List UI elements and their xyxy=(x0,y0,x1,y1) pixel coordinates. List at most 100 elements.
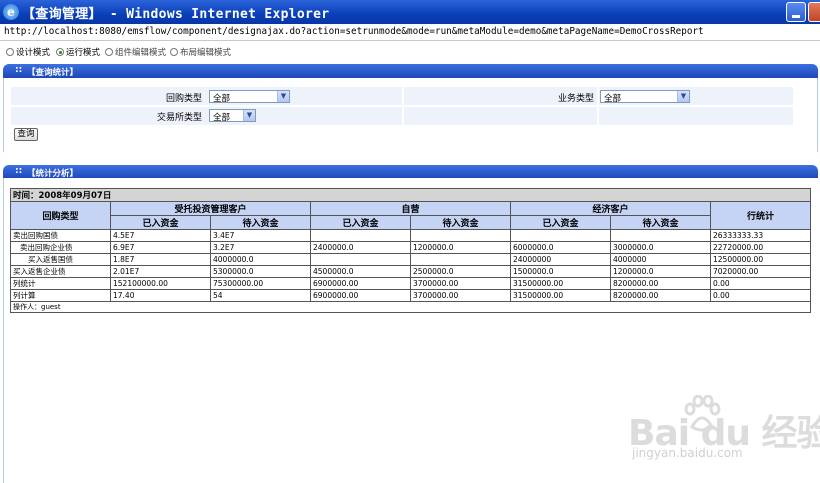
table-cell xyxy=(310,229,411,242)
table-cell: 1500000.0 xyxy=(510,265,611,278)
mode-label: 设计模式 xyxy=(16,48,51,58)
query-cell xyxy=(10,106,403,126)
table-cell xyxy=(410,253,511,266)
exchange-type-label: 交易所类型 xyxy=(156,113,202,123)
sub-header: 已入资金 xyxy=(310,215,411,230)
table-cell: 4500000.0 xyxy=(310,265,411,278)
sub-header: 已入资金 xyxy=(110,215,211,230)
radio-icon[interactable] xyxy=(170,48,178,56)
repo-type-label: 回购类型 xyxy=(165,94,202,104)
table-cell: 4000000.0 xyxy=(210,253,311,266)
table-cell: 8200000.00 xyxy=(610,277,711,290)
exchange-type-select[interactable]: 全部 ▼ xyxy=(209,109,256,123)
table-cell: 1200000.0 xyxy=(610,265,711,278)
business-type-select[interactable]: 全部 ▼ xyxy=(600,90,690,104)
address-bar[interactable]: http://localhost:8080/emsflow/component/… xyxy=(0,24,820,41)
sub-header: 待入资金 xyxy=(210,215,311,230)
table-cell: 6.9E7 xyxy=(110,241,211,254)
drag-handle-icon: :: xyxy=(15,166,23,176)
time-row: 时间：2008年09月07日 xyxy=(9,188,812,202)
row-total-header: 行统计 xyxy=(709,201,812,230)
minimize-button[interactable] xyxy=(786,2,806,22)
table-cell: 17.40 xyxy=(110,289,211,302)
operator-row: 操作人：guest xyxy=(9,301,812,313)
mode-design-option[interactable]: 设计模式 xyxy=(6,46,50,58)
chevron-down-icon[interactable]: ▼ xyxy=(677,91,689,102)
table-row: 买入返售企业债 2.01E7 5300000.0 4500000.0 2500000.0… xyxy=(10,265,812,278)
table-cell: 75300000.00 xyxy=(210,277,311,290)
exchange-type-value: 全部 xyxy=(213,113,231,123)
address-url[interactable]: http://localhost:8080/emsflow/component/… xyxy=(4,26,704,37)
stats-panel-header: :: 【统计分析】 xyxy=(3,165,818,179)
sub-header: 待入资金 xyxy=(410,215,511,230)
close-button[interactable] xyxy=(808,2,820,22)
mode-label: 组件编辑模式 xyxy=(115,48,167,58)
row-label: 卖出回购企业债 xyxy=(10,241,111,254)
table-cell: 0.00 xyxy=(709,277,812,290)
internet-explorer-icon: e xyxy=(3,4,19,20)
table-cell: 2.01E7 xyxy=(110,265,211,278)
mode-layout-edit-option[interactable]: 布局编辑模式 xyxy=(170,46,231,58)
watermark-url: jingyan.baidu.com xyxy=(632,446,743,460)
table-cell: 8200000.00 xyxy=(610,289,711,302)
window-title: 【查询管理】 - Windows Internet Explorer xyxy=(22,7,330,22)
row-label: 列统计 xyxy=(10,277,111,290)
table-cell: 26333333.33 xyxy=(709,229,812,242)
row-label: 列计算 xyxy=(10,289,111,302)
row-header: 回购类型 xyxy=(10,201,111,230)
row-label: 买入返售国债 xyxy=(10,253,111,266)
table-cell: 22720000.00 xyxy=(709,241,812,254)
sub-header: 待入资金 xyxy=(610,215,711,230)
table-cell: 1.8E7 xyxy=(110,253,211,266)
table-cell: 4.5E7 xyxy=(110,229,211,242)
chevron-down-icon[interactable]: ▼ xyxy=(243,110,255,121)
table-cell: 3700000.00 xyxy=(410,277,511,290)
window-title-bar: e 【查询管理】 - Windows Internet Explorer xyxy=(0,0,820,24)
table-cell: 6000000.0 xyxy=(510,241,611,254)
table-cell: 3700000.00 xyxy=(410,289,511,302)
query-panel-header: :: 【查询统计】 xyxy=(3,64,818,78)
header-row-groups: 回购类型 受托投资管理客户 自营 经济客户 行统计 xyxy=(10,201,812,230)
repo-type-select[interactable]: 全部 ▼ xyxy=(209,90,290,104)
report-body: 卖出回购国债 4.5E7 3.4E7 26333333.33 卖出回购企业债 6.9E7 3… xyxy=(10,229,812,302)
mode-run-option[interactable]: 运行模式 xyxy=(56,46,100,58)
table-cell: 3.2E7 xyxy=(210,241,311,254)
table-cell xyxy=(310,253,411,266)
mode-label: 运行模式 xyxy=(66,48,101,58)
table-row: 列统计 152100000.00 75300000.00 6900000.00 3700… xyxy=(10,277,812,290)
table-cell: 6900000.00 xyxy=(310,289,411,302)
chevron-down-icon[interactable]: ▼ xyxy=(277,91,289,102)
table-cell: 4000000 xyxy=(610,253,711,266)
table-cell: 12500000.00 xyxy=(709,253,812,266)
table-cell: 5300000.0 xyxy=(210,265,311,278)
business-type-label: 业务类型 xyxy=(557,94,594,104)
query-button[interactable]: 查询 xyxy=(14,128,38,141)
table-cell: 31500000.00 xyxy=(510,277,611,290)
table-row: 卖出回购国债 4.5E7 3.4E7 26333333.33 xyxy=(10,229,812,242)
table-cell: 1200000.0 xyxy=(410,241,511,254)
radio-icon[interactable] xyxy=(105,48,113,56)
group-header: 受托投资管理客户 xyxy=(110,201,311,216)
radio-checked-icon[interactable] xyxy=(56,48,64,56)
mode-component-edit-option[interactable]: 组件编辑模式 xyxy=(105,46,166,58)
drag-handle-icon: :: xyxy=(15,65,23,75)
table-cell: 152100000.00 xyxy=(110,277,211,290)
radio-icon[interactable] xyxy=(6,48,14,56)
table-cell: 2400000.0 xyxy=(310,241,411,254)
query-cell xyxy=(598,106,794,126)
table-row: 卖出回购企业债 6.9E7 3.2E7 2400000.0 1200000.0 60000… xyxy=(10,241,812,254)
table-cell xyxy=(410,229,511,242)
table-cell: 54 xyxy=(210,289,311,302)
table-cell: 7020000.00 xyxy=(709,265,812,278)
table-cell: 0.00 xyxy=(709,289,812,302)
business-type-value: 全部 xyxy=(604,94,622,104)
query-panel-title: 【查询统计】 xyxy=(27,68,79,78)
group-header: 经济客户 xyxy=(510,201,711,216)
row-label: 买入返售企业债 xyxy=(10,265,111,278)
table-cell: 24000000 xyxy=(510,253,611,266)
row-label: 卖出回购国债 xyxy=(10,229,111,242)
mode-bar: 设计模式 运行模式 组件编辑模式 布局编辑模式 xyxy=(0,42,820,60)
table-cell xyxy=(510,229,611,242)
table-row: 列计算 17.40 54 6900000.00 3700000.00 31500000.0… xyxy=(10,289,812,302)
table-cell: 6900000.00 xyxy=(310,277,411,290)
